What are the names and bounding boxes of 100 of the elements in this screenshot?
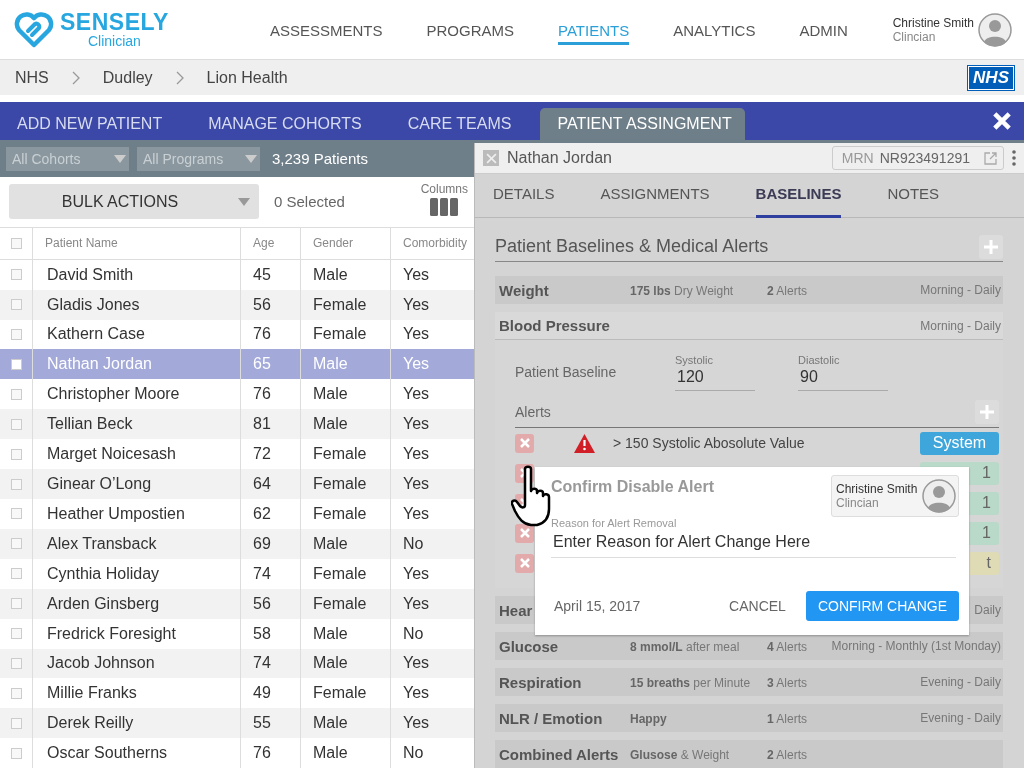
vital-row[interactable]: Combined Alerts Glusose & Weight 2 Alerts <box>495 740 1003 768</box>
add-button[interactable] <box>979 234 1003 259</box>
table-row[interactable]: Jacob Johnson 74 Male Yes <box>0 648 474 679</box>
column-header[interactable]: Patient Name <box>32 227 240 259</box>
row-checkbox[interactable] <box>10 388 22 400</box>
dialog-title: Confirm Disable Alert <box>551 478 714 497</box>
user-name: Christine Smith <box>892 15 974 30</box>
table-cell: 45 <box>240 259 300 290</box>
row-checkbox[interactable] <box>10 687 22 699</box>
vital-name: Weight <box>499 281 549 299</box>
breadcrumb-link[interactable]: NHS <box>15 68 49 87</box>
more-icon[interactable] <box>1012 150 1016 167</box>
close-panel-button[interactable] <box>483 150 499 167</box>
column-header[interactable]: Gender <box>300 227 390 259</box>
row-checkbox[interactable] <box>10 358 22 370</box>
row-checkbox[interactable] <box>10 269 22 281</box>
table-cell: Female <box>300 498 390 529</box>
section-title: Patient Baselines & Medical Alerts <box>495 236 769 257</box>
cancel-button[interactable]: CANCEL <box>723 597 792 615</box>
selected-count: 0 Selected <box>274 193 345 211</box>
row-checkbox[interactable] <box>10 508 22 520</box>
close-icon <box>993 112 1011 130</box>
close-icon <box>485 152 497 164</box>
close-icon <box>519 528 530 538</box>
table-cell: 62 <box>240 498 300 529</box>
breadcrumb-link[interactable]: Lion Health <box>206 68 288 87</box>
detail-tab[interactable]: BASELINES <box>755 185 842 218</box>
caret-icon <box>114 154 126 163</box>
schedule: Daily <box>974 603 1001 617</box>
nav-link[interactable]: PROGRAMS <box>426 18 515 45</box>
tab[interactable]: CARE TEAMS <box>390 108 525 140</box>
delete-button[interactable] <box>515 523 534 543</box>
chevron-icon <box>175 70 184 85</box>
vital-row[interactable]: NLR / Emotion Happy 1 Alerts Evening - Daily <box>495 704 1003 732</box>
detail-tab[interactable]: ASSIGNMENTS <box>600 185 710 218</box>
vital-row[interactable]: Respiration 15 breaths per Minute 3 Alerts Evening - Daily <box>495 668 1003 696</box>
warning-icon <box>574 433 595 453</box>
select-all-checkbox[interactable] <box>10 237 22 249</box>
table-cell: Oscar Southerns <box>32 738 240 768</box>
table-row[interactable]: Tellian Beck 81 Male Yes <box>0 409 474 440</box>
vital-name: Blood Pressure <box>499 317 610 334</box>
row-checkbox[interactable] <box>10 598 22 610</box>
table-cell: Male <box>300 738 390 768</box>
row-checkbox[interactable] <box>10 418 22 430</box>
table-row[interactable]: Gladis Jones 56 Female Yes <box>0 289 474 320</box>
row-checkbox[interactable] <box>10 478 22 490</box>
row-checkbox[interactable] <box>10 538 22 550</box>
table-row[interactable]: Arden Ginsberg 56 Female Yes <box>0 588 474 619</box>
table-row[interactable]: Derek Reilly 55 Male Yes <box>0 708 474 739</box>
caret-icon <box>245 154 257 163</box>
table-row[interactable]: Alex Transback 69 Male No <box>0 528 474 559</box>
vital-row[interactable]: Blood Pressure Morning - Daily <box>495 312 1003 340</box>
alert-count: 2 Alerts <box>767 748 808 762</box>
columns-label: Columns <box>420 181 468 196</box>
tab[interactable]: MANAGE COHORTS <box>191 108 375 140</box>
alert-count: 1 Alerts <box>767 712 808 726</box>
nav-link[interactable]: ADMIN <box>799 18 848 45</box>
detail-tab[interactable]: DETAILS <box>493 185 555 218</box>
baseline-label: Patient Baseline <box>515 364 618 380</box>
columns-icon[interactable] <box>430 197 459 216</box>
table-cell: Female <box>300 558 390 589</box>
caret-icon <box>238 197 251 206</box>
row-checkbox[interactable] <box>10 717 22 729</box>
nav-link[interactable]: ANALYTICS <box>673 18 756 45</box>
row-checkbox[interactable] <box>10 628 22 640</box>
row-checkbox[interactable] <box>10 448 22 460</box>
column-header[interactable]: Age <box>240 227 300 259</box>
patient-count: 3,239 Patients <box>272 150 368 167</box>
vital-value: 15 breaths per Minute <box>630 676 751 690</box>
vital-value: Happy <box>630 712 667 726</box>
table-cell: 69 <box>240 528 300 559</box>
table-cell: Female <box>300 588 390 619</box>
add-alert-button[interactable] <box>975 399 999 424</box>
external-link-icon[interactable] <box>984 151 997 165</box>
table-cell: Cynthia Holiday <box>32 558 240 589</box>
row-checkbox[interactable] <box>10 329 22 340</box>
alert-count: 2 Alerts <box>767 284 808 298</box>
baseline-field[interactable]: Systolic 120 <box>675 353 755 391</box>
tab[interactable]: ADD NEW PATIENT <box>0 108 176 140</box>
baseline-field[interactable]: Diastolic 90 <box>798 353 888 391</box>
nav-link[interactable]: ASSESSMENTS <box>270 18 383 45</box>
bulk-actions-button[interactable]: BULK ACTIONS <box>9 184 259 220</box>
row-checkbox[interactable] <box>10 299 22 311</box>
detail-tab[interactable]: NOTES <box>887 185 940 218</box>
table-cell: 56 <box>240 588 300 619</box>
chevron-icon <box>71 70 80 85</box>
close-icon <box>519 558 530 568</box>
user-name: Christine Smith <box>836 482 918 496</box>
vital-row[interactable]: Weight 175 lbs Dry Weight 2 Alerts Morning - Daily <box>495 276 1003 304</box>
vital-value: Glusose & Weight <box>630 748 730 762</box>
row-checkbox[interactable] <box>10 747 22 759</box>
alert-badge: System <box>920 431 999 455</box>
breadcrumb-link[interactable]: Dudley <box>102 68 153 87</box>
plus-icon <box>984 239 998 254</box>
row-checkbox[interactable] <box>10 657 22 669</box>
close-icon <box>519 438 530 448</box>
table-row[interactable]: Ginear O’Long 64 Female Yes <box>0 469 474 499</box>
tab[interactable]: PATIENT ASSINGMENT <box>540 108 745 140</box>
row-checkbox[interactable] <box>10 568 22 580</box>
brand-name: SENSELY <box>60 11 169 34</box>
